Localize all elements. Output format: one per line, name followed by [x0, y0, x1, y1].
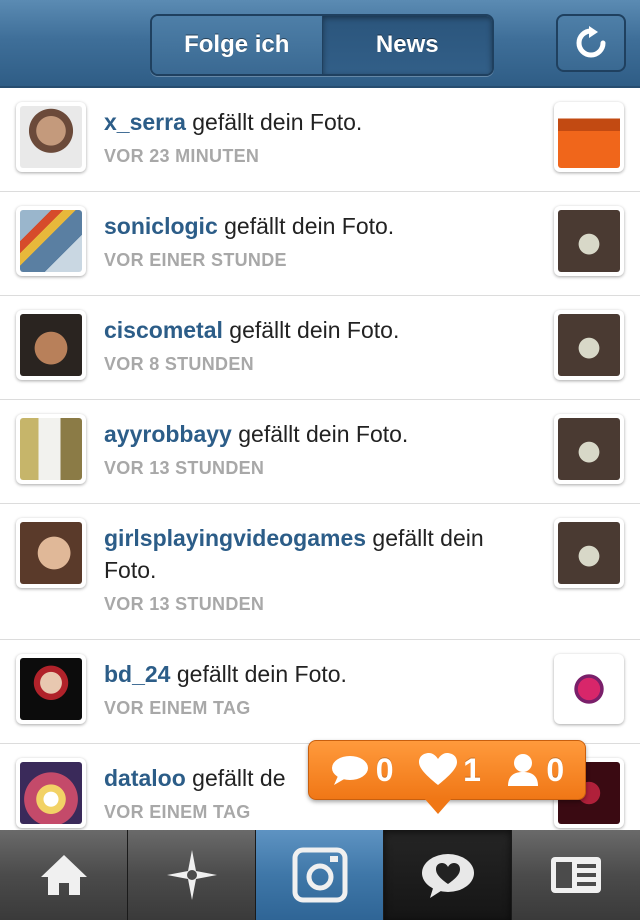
tab-news[interactable]: News	[322, 16, 492, 74]
activity-text: gefällt dein Foto.	[176, 661, 347, 687]
activity-text: gefällt dein Foto.	[229, 317, 400, 343]
timestamp: VOR EINEM TAG	[104, 698, 251, 718]
bottom-tab-bar	[0, 830, 640, 920]
feed-item[interactable]: girlsplayingvideogames gefällt dein Foto…	[0, 504, 640, 640]
photo-thumbnail[interactable]	[554, 414, 624, 484]
avatar[interactable]	[16, 102, 86, 172]
refresh-button[interactable]	[556, 14, 626, 72]
timestamp: VOR 13 STUNDEN	[104, 458, 265, 478]
activity-text: gefällt dein Foto.	[192, 109, 363, 135]
username-link[interactable]: bd_24	[104, 661, 170, 687]
username-link[interactable]: girlsplayingvideogames	[104, 525, 366, 551]
like-count: 1	[419, 752, 481, 789]
timestamp: VOR EINEM TAG	[104, 802, 251, 822]
timestamp: VOR 8 STUNDEN	[104, 354, 254, 374]
feed-item[interactable]: x_serra gefällt dein Foto. VOR 23 MINUTE…	[0, 88, 640, 192]
timestamp: VOR 13 STUNDEN	[104, 594, 265, 614]
activity-text: gefällt dein Foto.	[238, 421, 409, 447]
news-icon	[421, 854, 474, 898]
activity-notification-bubble[interactable]: 0 1 0	[308, 740, 586, 800]
photo-thumbnail[interactable]	[554, 310, 624, 380]
avatar[interactable]	[16, 654, 86, 724]
username-link[interactable]: ayyrobbayy	[104, 421, 232, 447]
tab-camera[interactable]	[256, 830, 384, 920]
comment-icon	[331, 756, 368, 785]
avatar[interactable]	[16, 414, 86, 484]
timestamp: VOR 23 MINUTEN	[104, 146, 260, 166]
follower-count-value: 0	[546, 751, 565, 788]
segmented-control: Folge ich News	[150, 14, 494, 76]
comment-count-value: 0	[375, 751, 394, 788]
like-count-value: 1	[463, 751, 481, 788]
avatar[interactable]	[16, 206, 86, 276]
bubble-pointer	[424, 798, 452, 814]
camera-icon	[292, 847, 347, 903]
tab-home[interactable]	[0, 830, 128, 920]
tab-following[interactable]: Folge ich	[152, 16, 323, 74]
feed-item[interactable]: ciscometal gefällt dein Foto. VOR 8 STUN…	[0, 296, 640, 400]
tab-profile[interactable]	[512, 830, 640, 920]
top-bar: Folge ich News	[0, 0, 640, 88]
photo-thumbnail[interactable]	[554, 654, 624, 724]
follower-count: 0	[506, 752, 564, 789]
activity-text: gefällt de	[192, 765, 286, 791]
explore-icon	[166, 850, 217, 900]
activity-text: gefällt dein Foto.	[224, 213, 395, 239]
news-feed[interactable]: x_serra gefällt dein Foto. VOR 23 MINUTE…	[0, 88, 640, 830]
avatar[interactable]	[16, 310, 86, 380]
avatar[interactable]	[16, 758, 86, 828]
photo-thumbnail[interactable]	[554, 102, 624, 172]
username-link[interactable]: soniclogic	[104, 213, 218, 239]
tab-explore[interactable]	[128, 830, 256, 920]
comment-count: 0	[330, 752, 394, 789]
tab-news[interactable]	[384, 830, 512, 920]
username-link[interactable]: ciscometal	[104, 317, 223, 343]
refresh-icon	[576, 26, 606, 58]
feed-item[interactable]: bd_24 gefällt dein Foto. VOR EINEM TAG	[0, 640, 640, 744]
username-link[interactable]: x_serra	[104, 109, 186, 135]
feed-item[interactable]: soniclogic gefällt dein Foto. VOR EINER …	[0, 192, 640, 296]
photo-thumbnail[interactable]	[554, 206, 624, 276]
user-icon	[508, 754, 539, 786]
feed-item[interactable]: ayyrobbayy gefällt dein Foto. VOR 13 STU…	[0, 400, 640, 504]
username-link[interactable]: dataloo	[104, 765, 186, 791]
heart-icon	[419, 753, 458, 785]
avatar[interactable]	[16, 518, 86, 588]
home-icon	[40, 855, 87, 895]
profile-icon	[551, 857, 601, 893]
photo-thumbnail[interactable]	[554, 518, 624, 588]
timestamp: VOR EINER STUNDE	[104, 250, 287, 270]
